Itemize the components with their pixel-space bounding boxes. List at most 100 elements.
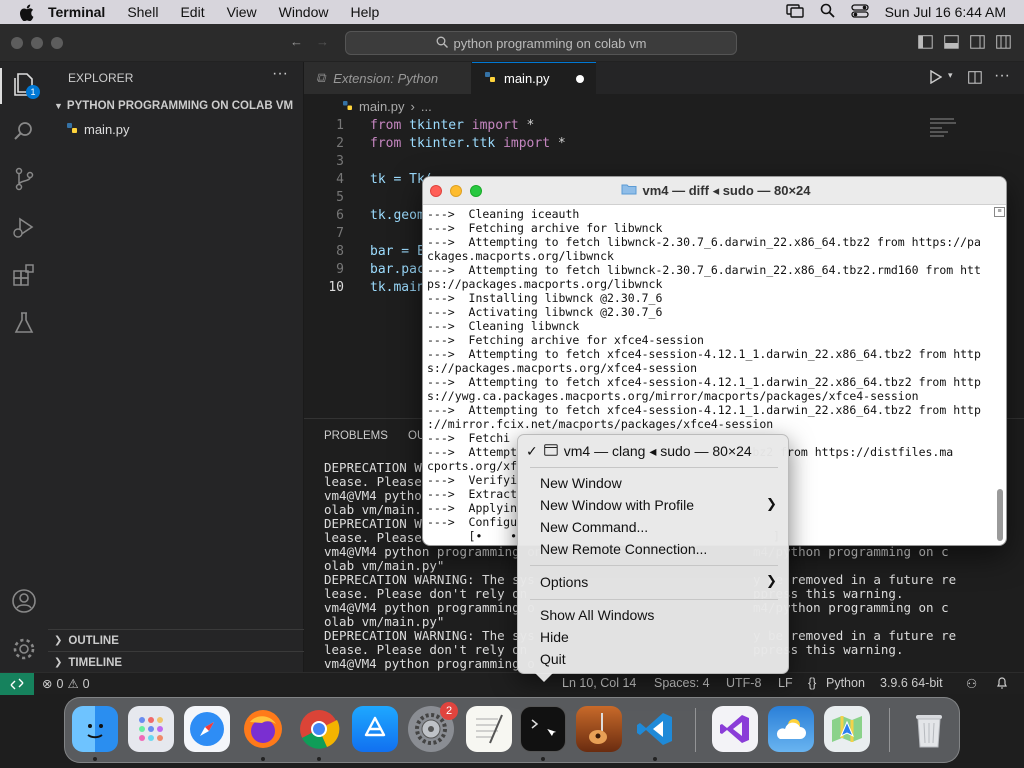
minimize-button[interactable] (31, 37, 43, 49)
indentation[interactable]: Spaces: 4 (654, 676, 710, 690)
menu-item-new-window-with-profile[interactable]: New Window with Profile (540, 495, 694, 515)
code-line[interactable]: tk.main (370, 280, 425, 295)
toggle-sidebar-icon[interactable] (918, 35, 933, 52)
minimize-button[interactable] (450, 185, 462, 197)
menu-item-options[interactable]: Options (540, 572, 588, 592)
app-store-icon[interactable] (352, 706, 398, 752)
tab-main-py[interactable]: main.py (472, 62, 596, 94)
accounts-icon[interactable] (10, 587, 38, 615)
unsaved-dot-icon[interactable] (576, 74, 584, 83)
command-center-search[interactable]: python programming on colab vm (345, 31, 737, 55)
chevron-down-icon[interactable]: ▾ (948, 70, 953, 81)
source-control-icon[interactable] (10, 165, 38, 193)
menu-window[interactable]: Window (279, 4, 329, 20)
extensions-icon[interactable] (10, 261, 38, 289)
chrome-icon[interactable] (296, 706, 342, 752)
finder-icon[interactable] (72, 706, 118, 752)
zoom-button[interactable] (470, 185, 482, 197)
toggle-panel-icon[interactable] (944, 35, 959, 52)
textedit-icon[interactable] (466, 706, 512, 752)
menu-terminal[interactable]: Terminal (48, 4, 105, 20)
menu-edit[interactable]: Edit (180, 4, 204, 20)
tab-problems[interactable]: PROBLEMS (324, 430, 388, 442)
forward-arrow-icon[interactable]: → (316, 34, 329, 49)
customize-layout-icon[interactable] (996, 35, 1011, 52)
feedback-icon[interactable]: ⚇ (966, 676, 977, 691)
zoom-button[interactable] (51, 37, 63, 49)
bell-icon[interactable] (996, 676, 1008, 692)
weather-icon[interactable] (768, 706, 814, 752)
chevron-down-icon: ▼ (54, 101, 63, 111)
outline-section[interactable]: ❯ OUTLINE (48, 629, 304, 651)
language-mode[interactable]: Python (826, 676, 865, 690)
error-count: 0 (56, 676, 64, 691)
menu-item-new-window[interactable]: New Window (540, 473, 622, 493)
code-line[interactable]: from tkinter.ttk import * (370, 136, 566, 151)
timeline-section[interactable]: ❯ TIMELINE (48, 651, 304, 673)
testing-icon[interactable] (10, 309, 38, 337)
file-row-main-py[interactable]: main.py (48, 118, 304, 140)
terminal-title-bar[interactable]: vm4 — diff ◂ sudo — 80×24 (423, 177, 1006, 205)
menu-item-hide[interactable]: Hide (540, 627, 569, 647)
terminal-output-line: ---> Activating libwnck @2.30.7_6 (427, 305, 663, 319)
breadcrumb-file[interactable]: main.py (359, 99, 405, 114)
menu-item-show-all-windows[interactable]: Show All Windows (540, 605, 654, 625)
terminal-line: lease. Please (324, 530, 422, 545)
menu-shell[interactable]: Shell (127, 4, 158, 20)
run-python-icon[interactable] (930, 69, 943, 87)
menu-item-quit[interactable]: Quit (540, 649, 566, 669)
split-editor-icon[interactable] (968, 71, 982, 87)
more-actions-icon[interactable]: ··· (994, 67, 1010, 85)
line-number: 2 (336, 136, 344, 151)
terminal-line: olab vm/main.py" (324, 614, 445, 629)
encoding[interactable]: UTF-8 (726, 676, 761, 690)
code-token: tkinter.ttk (401, 136, 504, 151)
terminal-scrollbar[interactable] (997, 489, 1003, 541)
separator (530, 565, 778, 566)
menu-item-new-command[interactable]: New Command... (540, 517, 648, 537)
close-button[interactable] (430, 185, 442, 197)
remote-indicator[interactable] (0, 673, 34, 695)
breadcrumb-symbols[interactable]: ... (421, 99, 432, 114)
visual-studio-icon[interactable] (712, 706, 758, 752)
terminal-app-icon[interactable] (520, 706, 566, 752)
menu-help[interactable]: Help (350, 4, 379, 20)
more-actions-icon[interactable]: ··· (272, 65, 288, 83)
safari-icon[interactable] (184, 706, 230, 752)
apple-icon[interactable] (16, 2, 36, 22)
code-line[interactable]: from tkinter import * (370, 118, 534, 133)
firefox-icon[interactable] (240, 706, 286, 752)
problems-status[interactable]: ⊗ 0 ⚠ 0 (42, 676, 90, 692)
control-center-icon[interactable] (850, 3, 869, 21)
trash-icon[interactable] (906, 706, 952, 752)
terminal-output-line: s://ywg.ca.packages.macports.org/mirror/… (427, 389, 919, 403)
toggle-secondary-sidebar-icon[interactable] (970, 35, 985, 52)
menu-item-new-remote-connection[interactable]: New Remote Connection... (540, 539, 707, 559)
close-button[interactable] (11, 37, 23, 49)
menu-item-window-vm4[interactable]: ✓ vm4 — clang ◂ sudo — 80×24 (526, 441, 752, 461)
code-line[interactable]: tk.geom (370, 208, 425, 223)
maps-icon[interactable] (824, 706, 870, 752)
minimap[interactable] (930, 118, 960, 140)
vscode-icon[interactable] (632, 706, 678, 752)
folder-row[interactable]: ▼ PYTHON PROGRAMMING ON COLAB VM (48, 96, 304, 116)
menu-view[interactable]: View (227, 4, 257, 20)
search-icon[interactable] (10, 117, 38, 145)
python-interpreter[interactable]: 3.9.6 64-bit (880, 676, 943, 690)
screen-mirroring-icon[interactable] (785, 3, 804, 21)
spotlight-search-icon[interactable] (820, 3, 835, 21)
garageband-icon[interactable] (576, 706, 622, 752)
cursor-position[interactable]: Ln 10, Col 14 (562, 676, 636, 690)
tab-label: main.py (504, 71, 550, 86)
launchpad-icon[interactable] (128, 706, 174, 752)
code-line[interactable]: bar.pac (370, 262, 425, 277)
menubar-clock[interactable]: Sun Jul 16 6:44 AM (885, 4, 1006, 20)
run-debug-icon[interactable] (10, 213, 38, 241)
line-endings[interactable]: LF (778, 676, 793, 690)
terminal-line: olab vm/main.py" (324, 558, 445, 573)
manage-gear-icon[interactable] (10, 635, 38, 663)
marks-icon[interactable]: ≡ (994, 207, 1005, 217)
back-arrow-icon[interactable]: ← (290, 34, 303, 49)
tab-extension-python[interactable]: ⧉ Extension: Python (304, 62, 472, 94)
code-line[interactable]: bar = E (370, 244, 425, 259)
